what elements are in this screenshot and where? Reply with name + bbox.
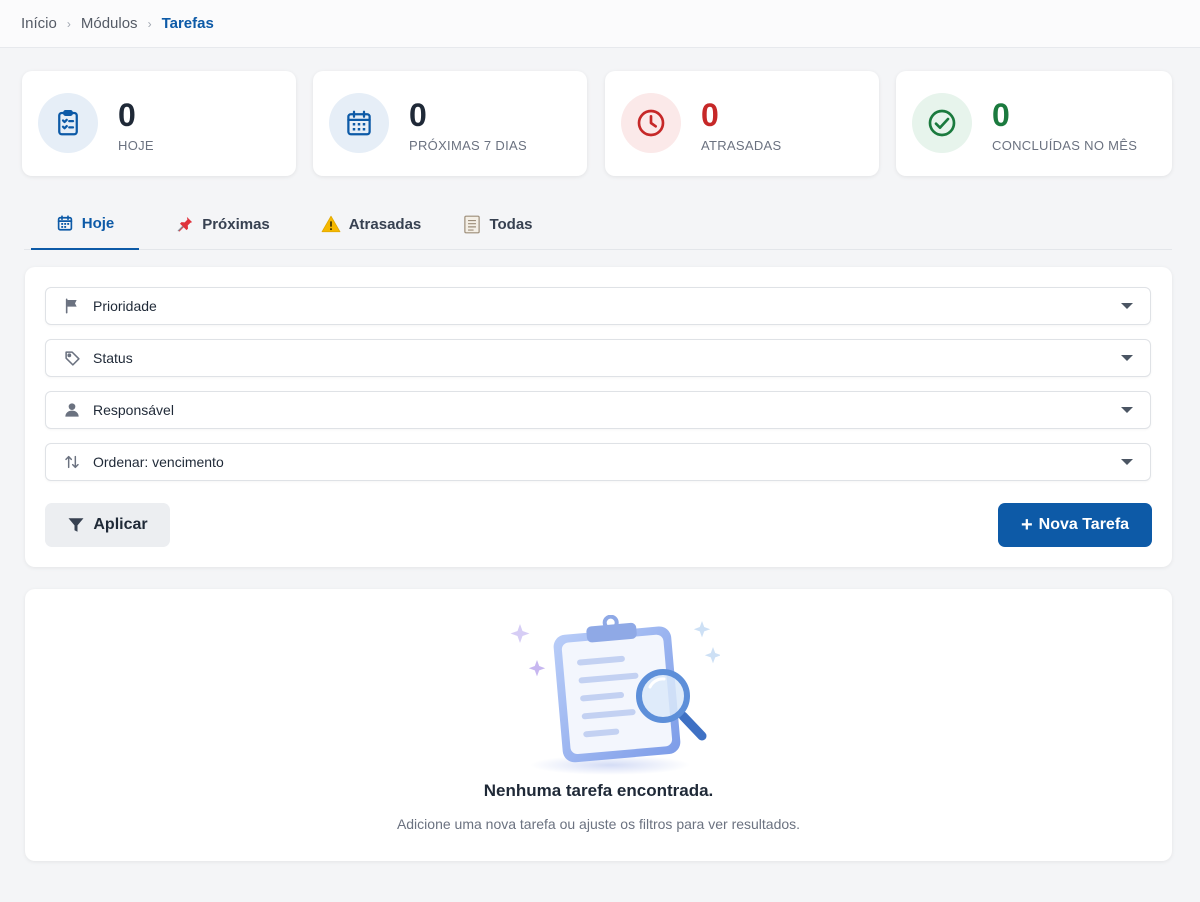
stat-card-next-7-days: 0 PRÓXIMAS 7 DIAS xyxy=(313,71,587,176)
stat-value-overdue: 0 xyxy=(701,97,719,133)
assignee-select-label: Responsável xyxy=(93,402,174,418)
status-select-label: Status xyxy=(93,350,133,366)
caret-down-icon xyxy=(1121,355,1133,361)
empty-state-subtitle: Adicione uma nova tarefa ou ajuste os fi… xyxy=(396,816,801,832)
tag-icon xyxy=(63,349,81,367)
tab-label: Hoje xyxy=(81,214,115,232)
breadcrumb-item-modulos[interactable]: Módulos xyxy=(81,15,138,32)
apply-button-label: Aplicar xyxy=(93,516,148,533)
tab-label: Próximas xyxy=(202,215,270,233)
filter-icon xyxy=(68,518,84,532)
caret-down-icon xyxy=(1121,459,1133,465)
sort-select-label: Ordenar: vencimento xyxy=(93,454,224,470)
empty-state-title: Nenhuma tarefa encontrada. xyxy=(483,781,714,800)
caret-down-icon xyxy=(1121,407,1133,413)
priority-select[interactable]: Prioridade xyxy=(45,287,1151,325)
empty-state: Nenhuma tarefa encontrada. Adicione uma … xyxy=(25,589,1172,861)
stat-label-next-7-days: PRÓXIMAS 7 DIAS xyxy=(409,138,527,153)
stat-card-completed-month: 0 CONCLUÍDAS NO MÊS xyxy=(896,71,1172,176)
document-icon xyxy=(464,215,481,233)
apply-button[interactable]: Aplicar xyxy=(45,503,170,547)
clipboard-check-icon xyxy=(38,93,98,153)
user-icon xyxy=(63,401,81,419)
assignee-select[interactable]: Responsável xyxy=(45,391,1151,429)
tab-proximas[interactable]: Próximas xyxy=(163,198,283,250)
tab-atrasadas[interactable]: Atrasadas xyxy=(306,198,436,250)
clipboard-search-illustration xyxy=(510,615,720,775)
stat-value-today: 0 xyxy=(118,97,136,133)
chevron-right-icon: › xyxy=(147,16,152,31)
new-task-button-label: Nova Tarefa xyxy=(1038,516,1130,533)
filter-panel: Prioridade Status Responsável Ordenar: v… xyxy=(25,267,1172,567)
warning-icon xyxy=(321,215,341,233)
caret-down-icon xyxy=(1121,303,1133,309)
chevron-right-icon: › xyxy=(66,16,71,31)
task-tabs: Hoje Próximas Atrasadas Todas xyxy=(24,198,1172,250)
flag-icon xyxy=(63,297,81,315)
stat-label-completed-month: CONCLUÍDAS NO MÊS xyxy=(992,138,1138,153)
new-task-button[interactable]: + Nova Tarefa xyxy=(998,503,1152,547)
calendar-icon xyxy=(329,93,389,153)
check-circle-icon xyxy=(912,93,972,153)
stat-label-today: HOJE xyxy=(118,138,154,153)
calendar-icon xyxy=(57,215,72,231)
stat-card-overdue: 0 ATRASADAS xyxy=(605,71,879,176)
sort-arrows-icon xyxy=(63,453,81,471)
stat-value-next-7-days: 0 xyxy=(409,97,427,133)
pushpin-icon xyxy=(177,216,193,232)
breadcrumb-item-inicio[interactable]: Início xyxy=(21,15,57,32)
status-select[interactable]: Status xyxy=(45,339,1151,377)
sort-select[interactable]: Ordenar: vencimento xyxy=(45,443,1151,481)
stat-card-today: 0 HOJE xyxy=(22,71,296,176)
breadcrumb: Início › Módulos › Tarefas xyxy=(0,0,1200,48)
priority-select-label: Prioridade xyxy=(93,298,157,314)
breadcrumb-current: Tarefas xyxy=(161,15,214,32)
tab-label: Todas xyxy=(489,215,533,233)
clock-icon xyxy=(621,93,681,153)
stat-value-completed-month: 0 xyxy=(992,97,1010,133)
tab-label: Atrasadas xyxy=(348,215,422,233)
stat-label-overdue: ATRASADAS xyxy=(701,138,782,153)
tab-todas[interactable]: Todas xyxy=(454,198,542,250)
plus-icon: + xyxy=(1020,514,1033,536)
tab-hoje[interactable]: Hoje xyxy=(31,198,139,250)
